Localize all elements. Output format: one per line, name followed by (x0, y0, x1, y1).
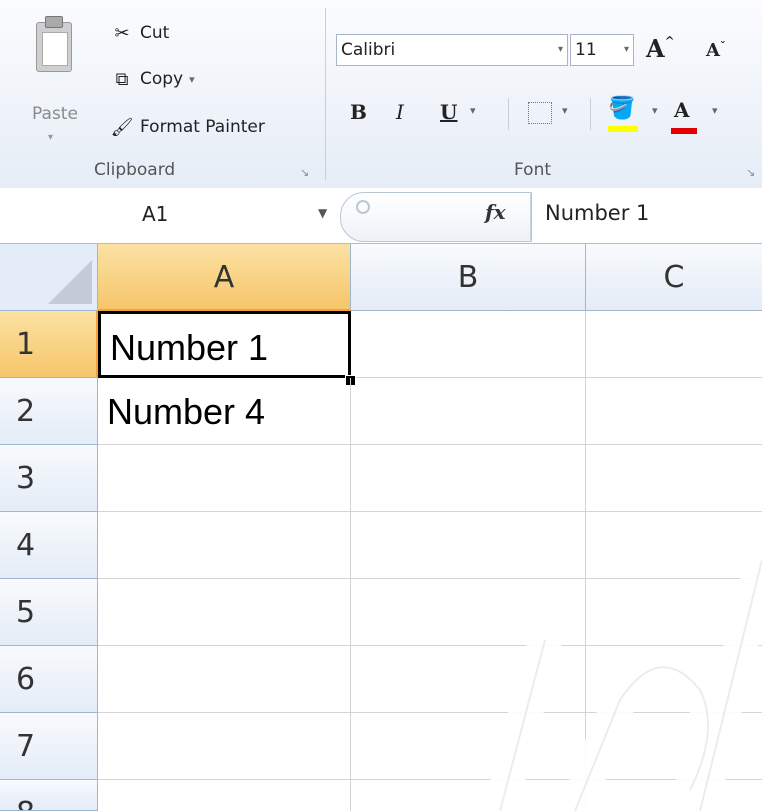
name-box[interactable]: A1 ▼ (0, 188, 340, 243)
grow-font-glyph: A (646, 34, 665, 63)
paintbrush-icon: 🖌 (110, 116, 134, 138)
spreadsheet-grid: A B C 1 2 3 4 5 6 7 8 Number 1 Number 4 (0, 244, 762, 811)
paste-label: Paste (32, 104, 78, 124)
shrink-font-glyph: A (706, 40, 720, 61)
cell-c1[interactable] (586, 311, 762, 378)
fill-color-button[interactable]: 🪣 (608, 96, 638, 132)
font-color-dropdown-icon[interactable]: ▾ (712, 104, 718, 117)
cell-a8[interactable] (98, 780, 351, 811)
cell-b4[interactable] (351, 512, 586, 579)
copy-button[interactable]: ⧉ Copy ▾ (110, 64, 195, 94)
borders-icon[interactable] (528, 102, 552, 124)
cell-b7[interactable] (351, 713, 586, 780)
font-size-value: 11 (575, 40, 597, 60)
row-header-3[interactable]: 3 (0, 445, 98, 512)
copy-icon: ⧉ (115, 68, 129, 90)
cell-c5[interactable] (586, 579, 762, 646)
cell-a5[interactable] (98, 579, 351, 646)
cell-a1[interactable]: Number 1 (98, 311, 351, 378)
circle-icon (356, 200, 370, 214)
borders-dropdown-icon[interactable]: ▾ (562, 104, 568, 117)
clipboard-dialog-launcher-icon[interactable]: ↘ (300, 166, 309, 179)
fill-color-dropdown-icon[interactable]: ▾ (652, 104, 658, 117)
cell-b1[interactable] (351, 311, 586, 378)
select-all-button[interactable] (0, 244, 98, 311)
bold-button[interactable]: B (350, 100, 367, 124)
font-color-swatch (671, 128, 697, 134)
column-header-a[interactable]: A (98, 244, 351, 311)
ribbon: Paste ▾ ✂ Cut ⧉ Copy ▾ 🖌 Format Painter … (0, 0, 762, 189)
cut-label: Cut (140, 23, 170, 43)
cell-c7[interactable] (586, 713, 762, 780)
underline-dropdown-icon[interactable]: ▾ (470, 104, 476, 117)
font-size-select[interactable]: 11 ▾ (570, 34, 634, 66)
row-header-8[interactable]: 8 (0, 780, 98, 811)
paste-button[interactable]: Paste ▾ (20, 10, 90, 160)
bold-glyph: B (350, 100, 367, 124)
formula-bar: A1 ▼ fx Number 1 (0, 188, 762, 244)
font-family-value: Calibri (341, 40, 396, 60)
paint-bucket-icon: 🪣 (608, 96, 636, 121)
chevron-down-icon: ▾ (623, 44, 629, 55)
row-header-6[interactable]: 6 (0, 646, 98, 713)
paste-dropdown-icon[interactable]: ▾ (48, 132, 53, 143)
row-header-5[interactable]: 5 (0, 579, 98, 646)
cell-b5[interactable] (351, 579, 586, 646)
select-all-triangle-icon (48, 260, 92, 304)
scissors-icon: ✂ (114, 22, 130, 44)
underline-glyph: U (440, 100, 458, 124)
row-header-7[interactable]: 7 (0, 713, 98, 780)
italic-glyph: I (396, 100, 404, 124)
cell-b8[interactable] (351, 780, 586, 811)
underline-button[interactable]: U (440, 100, 457, 124)
cell-a4[interactable] (98, 512, 351, 579)
clipboard-clip-icon (45, 16, 63, 28)
row-header-4[interactable]: 4 (0, 512, 98, 579)
clipboard-group-label: Clipboard (94, 160, 176, 180)
chevron-down-icon[interactable]: ▼ (318, 206, 327, 220)
toolbar-separator (590, 98, 591, 130)
cell-c2[interactable] (586, 378, 762, 445)
font-dialog-launcher-icon[interactable]: ↘ (746, 166, 755, 179)
cell-b2[interactable] (351, 378, 586, 445)
row-header-2[interactable]: 2 (0, 378, 98, 445)
cell-a6[interactable] (98, 646, 351, 713)
copy-dropdown-icon[interactable]: ▾ (189, 73, 195, 86)
formula-input[interactable]: Number 1 (545, 201, 649, 225)
copy-label: Copy (140, 69, 184, 89)
column-header-b[interactable]: B (351, 244, 586, 311)
cell-c3[interactable] (586, 445, 762, 512)
cell-a7[interactable] (98, 713, 351, 780)
cell-c6[interactable] (586, 646, 762, 713)
cell-b6[interactable] (351, 646, 586, 713)
format-painter-label: Format Painter (140, 117, 265, 137)
shrink-font-button[interactable]: Aˇ (706, 40, 725, 61)
fill-color-swatch (608, 126, 638, 132)
format-painter-button[interactable]: 🖌 Format Painter (110, 112, 265, 142)
cell-a2[interactable]: Number 4 (98, 378, 351, 445)
cell-a3[interactable] (98, 445, 351, 512)
name-box-value: A1 (142, 202, 169, 226)
font-color-button[interactable]: A (671, 98, 697, 134)
italic-button[interactable]: I (396, 100, 404, 124)
down-caret-icon: ˇ (719, 40, 726, 53)
row-header-1[interactable]: 1 (0, 311, 98, 378)
group-separator (325, 8, 326, 180)
font-group-label: Font (514, 160, 552, 180)
insert-function-button[interactable]: fx (485, 200, 506, 224)
cell-b3[interactable] (351, 445, 586, 512)
formula-divider (530, 192, 531, 240)
cell-c8[interactable] (586, 780, 762, 811)
toolbar-separator (508, 98, 509, 130)
up-caret-icon: ^ (664, 34, 675, 48)
chevron-down-icon: ▾ (557, 44, 563, 55)
font-color-glyph: A (674, 98, 690, 122)
font-family-select[interactable]: Calibri ▾ (336, 34, 568, 66)
cell-c4[interactable] (586, 512, 762, 579)
grow-font-button[interactable]: A^ (646, 34, 675, 63)
paper-icon (42, 32, 68, 66)
cut-button[interactable]: ✂ Cut (110, 18, 169, 48)
column-header-c[interactable]: C (586, 244, 762, 311)
